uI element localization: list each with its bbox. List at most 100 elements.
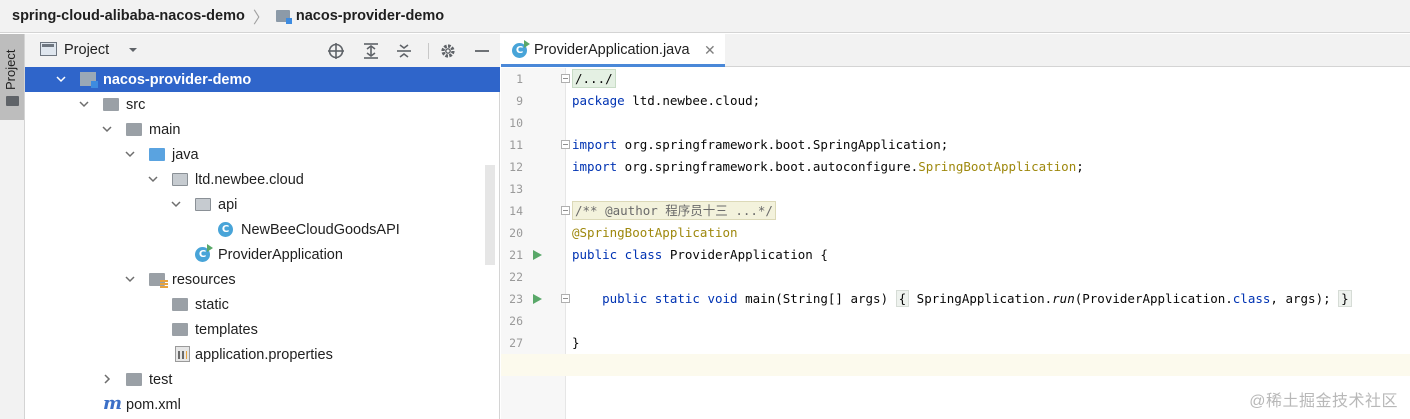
folded-region[interactable]: /.../ bbox=[572, 69, 616, 88]
tree-item-label: src bbox=[126, 96, 146, 113]
code-text: ProviderApplication { bbox=[662, 247, 828, 262]
editor-tab-bar: C ProviderApplication.java ✕ bbox=[501, 34, 1410, 67]
static-method: run bbox=[1052, 291, 1075, 306]
project-view-selector[interactable]: Project bbox=[64, 42, 109, 58]
line-number: 1 bbox=[516, 72, 523, 86]
watermark: @稀土掘金技术社区 bbox=[1249, 393, 1398, 410]
breadcrumb-project[interactable]: spring-cloud-alibaba-nacos-demo bbox=[12, 8, 245, 24]
chevron-right-icon[interactable] bbox=[101, 373, 113, 385]
tree-item-static[interactable]: static bbox=[25, 292, 500, 317]
close-icon[interactable]: ✕ bbox=[704, 42, 716, 59]
folder-icon bbox=[103, 98, 119, 111]
tree-item-application-properties[interactable]: application.properties bbox=[25, 342, 500, 367]
keyword: public static void bbox=[602, 291, 738, 306]
tree-item-java[interactable]: java bbox=[25, 142, 500, 167]
code-area[interactable]: /.../ package ltd.newbee.cloud; import o… bbox=[501, 68, 1410, 419]
chevron-down-icon[interactable] bbox=[170, 198, 182, 210]
line-number: 21 bbox=[509, 248, 523, 262]
current-line-highlight bbox=[501, 354, 1410, 376]
tree-item-label: resources bbox=[172, 271, 236, 288]
keyword: import bbox=[572, 159, 618, 174]
tree-item-label: test bbox=[149, 371, 173, 388]
folder-icon bbox=[6, 96, 19, 106]
tree-item-src[interactable]: src bbox=[25, 92, 500, 117]
project-tool-label: Project bbox=[3, 49, 18, 90]
chevron-down-icon[interactable] bbox=[101, 123, 113, 135]
code-line: } bbox=[572, 335, 580, 350]
tree-item-label: templates bbox=[195, 321, 258, 338]
chevron-down-icon[interactable] bbox=[55, 73, 67, 85]
code-text: org.springframework.boot.autoconfigure. bbox=[617, 159, 919, 174]
tree-item-templates[interactable]: templates bbox=[25, 317, 500, 342]
tree-item-nacos-provider-demo[interactable]: nacos-provider-demo bbox=[25, 67, 500, 92]
tree-item-main[interactable]: main bbox=[25, 117, 500, 142]
folded-doc-comment[interactable]: /** @author 程序员十三 ...*/ bbox=[572, 201, 776, 220]
tree-item-resources[interactable]: resources bbox=[25, 267, 500, 292]
runnable-class-icon: C bbox=[512, 40, 530, 58]
tree-item-pom-xml[interactable]: m pom.xml bbox=[25, 392, 500, 417]
tree-item-newbeecloudgoodsapi[interactable]: C NewBeeCloudGoodsAPI bbox=[25, 217, 500, 242]
code-text: , args); bbox=[1270, 291, 1339, 306]
line-number: 20 bbox=[509, 226, 523, 240]
chevron-down-icon[interactable] bbox=[124, 273, 136, 285]
chevron-down-icon[interactable] bbox=[147, 173, 159, 185]
tab-label: ProviderApplication.java bbox=[534, 42, 690, 58]
tree-item-providerapplication[interactable]: C ProviderApplication bbox=[25, 242, 500, 267]
line-number: 22 bbox=[509, 270, 523, 284]
line-number: 11 bbox=[509, 138, 523, 152]
folded-brace[interactable]: { bbox=[895, 290, 910, 307]
breadcrumb-separator-icon: 〉 bbox=[252, 10, 269, 27]
chevron-down-icon[interactable] bbox=[78, 98, 90, 110]
line-number: 27 bbox=[509, 336, 523, 350]
folder-icon bbox=[172, 323, 188, 336]
tree-item-label: nacos-provider-demo bbox=[103, 71, 252, 88]
line-number: 13 bbox=[509, 182, 523, 196]
package-icon bbox=[195, 198, 211, 211]
tree-item-label: api bbox=[218, 196, 238, 213]
collapse-all-icon[interactable] bbox=[394, 41, 414, 61]
breadcrumb: spring-cloud-alibaba-nacos-demo 〉 nacos-… bbox=[0, 0, 1410, 33]
gear-icon[interactable] bbox=[438, 41, 458, 61]
hide-panel-icon[interactable] bbox=[472, 41, 492, 61]
code-text: ; bbox=[1076, 159, 1084, 174]
code-text: org.springframework.boot.SpringApplicati… bbox=[617, 137, 949, 152]
tree-scrollbar[interactable] bbox=[485, 165, 495, 265]
line-number: 12 bbox=[509, 160, 523, 174]
maven-icon: m bbox=[103, 393, 123, 414]
keyword: public class bbox=[572, 247, 663, 262]
tree-item-api[interactable]: api bbox=[25, 192, 500, 217]
class-icon: C bbox=[218, 222, 233, 237]
code-line: import org.springframework.boot.autoconf… bbox=[572, 156, 1084, 178]
editor-area: C ProviderApplication.java ✕ 1 9 10 11 1… bbox=[501, 34, 1410, 419]
tree-item-ltd-newbee-cloud[interactable]: ltd.newbee.cloud bbox=[25, 167, 500, 192]
keyword: import bbox=[572, 137, 618, 152]
run-gutter-icon[interactable] bbox=[533, 250, 542, 260]
header-divider bbox=[428, 43, 429, 59]
code-line: package ltd.newbee.cloud; bbox=[572, 90, 760, 112]
line-number: 23 bbox=[509, 292, 523, 306]
resources-folder-icon bbox=[149, 273, 168, 288]
chevron-down-icon[interactable] bbox=[126, 43, 140, 57]
module-icon bbox=[275, 10, 292, 24]
code-text: ltd.newbee.cloud; bbox=[624, 93, 761, 108]
chevron-down-icon[interactable] bbox=[124, 148, 136, 160]
tree-item-test[interactable]: test bbox=[25, 367, 500, 392]
source-folder-icon bbox=[149, 148, 165, 161]
tab-provider-application[interactable]: C ProviderApplication.java ✕ bbox=[501, 34, 725, 67]
folded-brace[interactable]: } bbox=[1338, 290, 1352, 307]
expand-all-icon[interactable] bbox=[361, 41, 381, 61]
project-tool-window-button[interactable]: Project bbox=[0, 34, 24, 120]
breadcrumb-module[interactable]: nacos-provider-demo bbox=[296, 8, 444, 24]
keyword: class bbox=[1232, 291, 1271, 306]
folder-icon bbox=[172, 298, 188, 311]
locate-icon[interactable] bbox=[326, 41, 346, 61]
code-line: /** @author 程序员十三 ...*/ bbox=[572, 200, 776, 222]
project-panel: Project nacos-provider-demo src main jav… bbox=[25, 34, 500, 419]
module-icon bbox=[80, 72, 98, 88]
tree-item-label: ProviderApplication bbox=[218, 246, 343, 263]
line-number: 10 bbox=[509, 116, 523, 130]
code-line: /.../ bbox=[572, 68, 616, 90]
run-gutter-icon[interactable] bbox=[533, 294, 542, 304]
folder-icon bbox=[126, 373, 142, 386]
